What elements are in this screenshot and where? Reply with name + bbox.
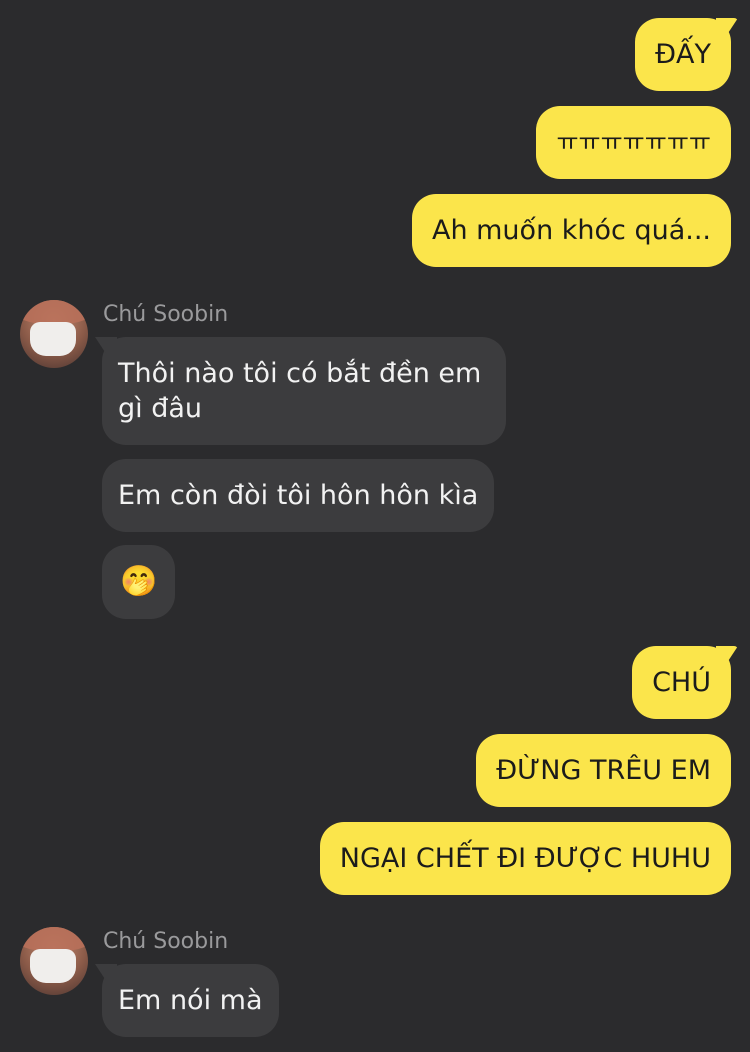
- message-text: Em còn đòi tôi hôn hôn kìa: [118, 480, 479, 511]
- incoming-message-bubble[interactable]: Thôi nào tôi có bắt đền em gì đâu: [102, 337, 506, 445]
- message-text: ĐẤY: [655, 39, 711, 70]
- outgoing-message-bubble[interactable]: ㅠㅠㅠㅠㅠㅠㅠ: [536, 106, 731, 179]
- outgoing-message-bubble[interactable]: ĐỪNG TRÊU EM: [476, 734, 731, 807]
- avatar-face-mask: [30, 949, 76, 983]
- incoming-message-bubble[interactable]: 🤭: [102, 545, 176, 619]
- message-text: ㅠㅠㅠㅠㅠㅠㅠ: [556, 128, 711, 156]
- message-text: Em nói mà: [118, 985, 263, 1016]
- message-text: CHÚ: [652, 667, 711, 698]
- sender-name: Chú Soobin: [103, 929, 229, 954]
- outgoing-message-bubble[interactable]: ĐẤY: [635, 18, 731, 91]
- outgoing-message-bubble[interactable]: NGẠI CHẾT ĐI ĐƯỢC HUHU: [319, 822, 731, 895]
- message-text: Ah muốn khóc quá...: [431, 215, 711, 246]
- incoming-message-bubble[interactable]: Em còn đòi tôi hôn hôn kìa: [102, 459, 495, 532]
- incoming-message-bubble[interactable]: Em nói mà: [102, 964, 279, 1037]
- sender-name: Chú Soobin: [103, 302, 229, 327]
- avatar-face-mask: [30, 322, 76, 356]
- outgoing-message-bubble[interactable]: CHÚ: [632, 646, 731, 719]
- hand-over-mouth-emoji: 🤭: [120, 564, 158, 599]
- avatar-hair: [20, 927, 88, 951]
- chat-window: ĐẤY ㅠㅠㅠㅠㅠㅠㅠ Ah muốn khóc quá... Chú Soob…: [0, 0, 750, 1052]
- message-text: NGẠI CHẾT ĐI ĐƯỢC HUHU: [339, 843, 711, 874]
- outgoing-message-bubble[interactable]: Ah muốn khóc quá...: [411, 194, 731, 267]
- avatar-hair: [20, 300, 88, 324]
- contact-avatar[interactable]: [20, 300, 88, 368]
- message-text: ĐỪNG TRÊU EM: [496, 755, 711, 786]
- contact-avatar[interactable]: [20, 927, 88, 995]
- message-text: Thôi nào tôi có bắt đền em gì đâu: [118, 358, 482, 424]
